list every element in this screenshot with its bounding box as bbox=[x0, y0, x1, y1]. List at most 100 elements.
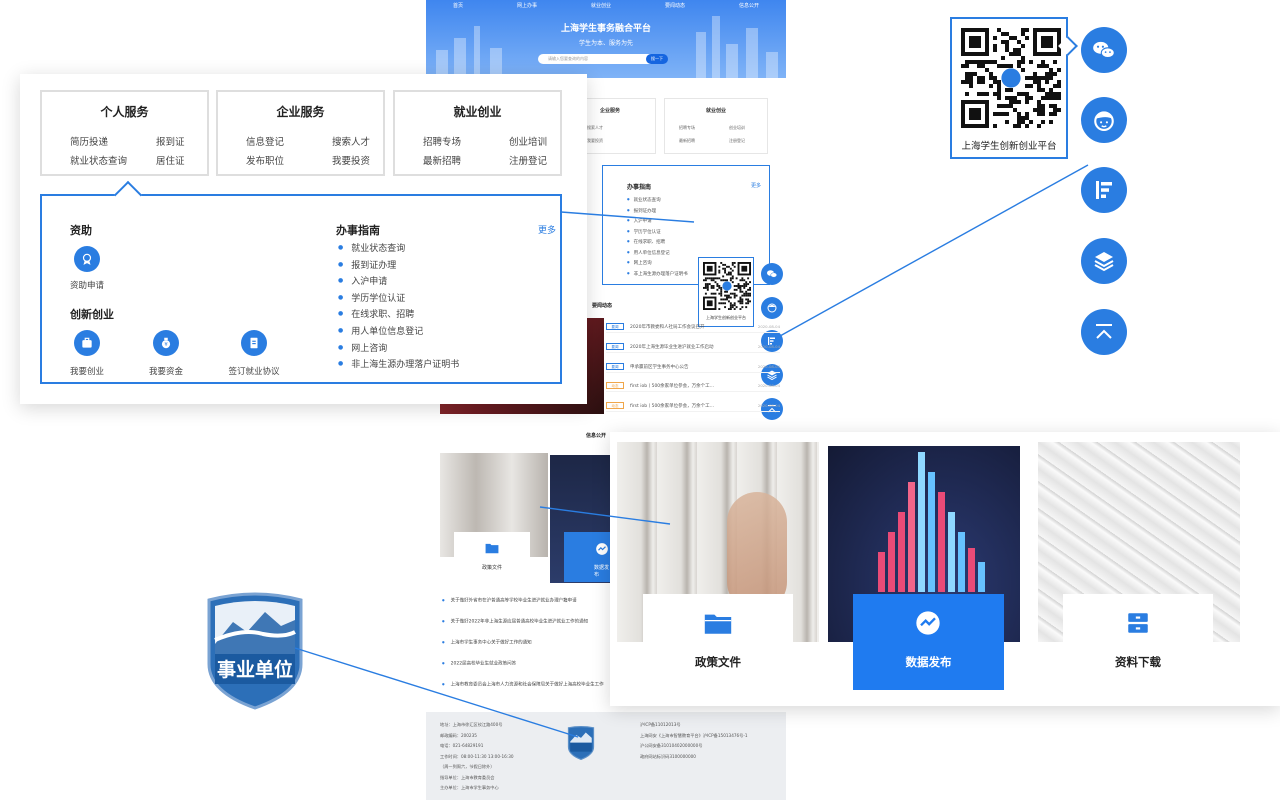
subsidy-icon[interactable] bbox=[74, 246, 100, 272]
guide-item[interactable]: 报到证办理 bbox=[338, 257, 459, 274]
guide-item[interactable]: 学历学位认证 bbox=[338, 290, 459, 307]
news-text[interactable]: 2020年上海生源毕业生进沪就业工作启动 bbox=[630, 344, 754, 350]
mini-card-item[interactable]: 注册登记 bbox=[729, 138, 745, 144]
service-link[interactable]: 居住证 bbox=[156, 153, 185, 167]
service-link[interactable]: 最新招聘 bbox=[423, 153, 461, 167]
agreement-label[interactable]: 签订就业协议 bbox=[219, 365, 289, 377]
info-section-title: 信息公开 bbox=[586, 433, 607, 439]
top-nav: 首页 网上办事 就业创业 要闻动态 信息公开 bbox=[426, 0, 786, 10]
footer-line[interactable]: 政府网站标识码3100000000 bbox=[640, 752, 748, 763]
service-link[interactable]: 搜索人才 bbox=[332, 134, 370, 148]
mini-guide-item[interactable]: 网上咨询 bbox=[627, 257, 688, 268]
mini-guide-item[interactable]: 入沪申请 bbox=[627, 215, 688, 226]
nav-home[interactable]: 首页 bbox=[453, 2, 463, 9]
service-link[interactable]: 信息登记 bbox=[246, 134, 284, 148]
employment-service-card[interactable]: 就业创业 招聘专场 创业培训 最新招聘 注册登记 bbox=[393, 90, 562, 176]
news-row[interactable]: 要闻 申承赢前区学生事务中心公告 2020-08-04 bbox=[606, 361, 780, 373]
service-link[interactable]: 报到证 bbox=[156, 134, 185, 148]
news-row[interactable]: 要闻 2020年市教委和人社局工作会议召开 2020-08-04 bbox=[606, 321, 780, 333]
funding-label[interactable]: 我要资金 bbox=[131, 365, 201, 377]
news-text[interactable]: 2020年市教委和人社局工作会议召开 bbox=[630, 324, 754, 330]
wechat-icon[interactable] bbox=[1081, 27, 1127, 73]
news-date: 2020-08-04 bbox=[757, 364, 780, 369]
footer-line[interactable]: 沪ICP备11012013号 bbox=[640, 720, 748, 731]
institution-badge: 事业单位 bbox=[207, 592, 303, 710]
policy-card[interactable]: 政策文件 bbox=[643, 594, 793, 690]
back-to-top-icon[interactable] bbox=[1081, 309, 1127, 355]
nav-info[interactable]: 信息公开 bbox=[739, 2, 759, 9]
search-button[interactable]: 搜一下 bbox=[646, 54, 668, 64]
personal-service-card[interactable]: 个人服务 简历投递 报到证 就业状态查询 居住证 bbox=[40, 90, 209, 176]
service-link[interactable]: 招聘专场 bbox=[423, 134, 461, 148]
footer: 地址：上海市徐汇区钦江路400号 邮政编码：200235 电话：021-6482… bbox=[426, 712, 786, 800]
mini-guide-item[interactable]: 报到证办理 bbox=[627, 205, 688, 216]
mini-policy-card[interactable]: 政策文件 bbox=[454, 532, 530, 582]
briefcase-icon[interactable] bbox=[74, 330, 100, 356]
news-text[interactable]: first iob丨500余家单位参会，万余个工… bbox=[630, 383, 754, 389]
service-link[interactable]: 注册登记 bbox=[509, 153, 547, 167]
service-link[interactable]: 创业培训 bbox=[509, 134, 547, 148]
guide-item[interactable]: 非上海生源办理落户证明书 bbox=[338, 356, 459, 373]
info-zoom-panel: 政策文件 数据发布 资料下载 bbox=[610, 432, 1280, 706]
footer-line: 地址：上海市徐汇区钦江路400号 bbox=[440, 722, 503, 727]
service-avatar-icon[interactable] bbox=[1081, 97, 1127, 143]
news-text[interactable]: first iob丨500余家单位参会，万余个工… bbox=[630, 403, 754, 409]
footer-line[interactable]: 沪公网安备31010402000000号 bbox=[640, 741, 748, 752]
mini-guide-item[interactable]: 非上海生源办理落户证明书 bbox=[627, 268, 688, 279]
mini-card-item[interactable]: 创业培训 bbox=[729, 125, 745, 131]
guide-item[interactable]: 入沪申请 bbox=[338, 273, 459, 290]
service-link[interactable]: 我要投资 bbox=[332, 153, 370, 167]
service-link[interactable]: 简历投递 bbox=[70, 134, 108, 148]
service-link[interactable]: 发布职位 bbox=[246, 153, 284, 167]
wechat-icon[interactable] bbox=[761, 263, 783, 285]
subsidy-item-label[interactable]: 资助申请 bbox=[52, 279, 122, 291]
data-release-label: 数据发布 bbox=[905, 655, 952, 669]
mini-card-item[interactable]: 最新招聘 bbox=[679, 138, 695, 144]
download-card[interactable]: 资料下载 bbox=[1063, 594, 1213, 690]
more-link[interactable]: 更多 bbox=[538, 223, 556, 236]
mini-card-item[interactable]: 搜索人才 bbox=[587, 125, 603, 131]
popup-arrow bbox=[1058, 36, 1078, 56]
data-release-card[interactable]: 数据发布 bbox=[853, 594, 1004, 690]
money-bag-icon[interactable]: ¥ bbox=[153, 330, 179, 356]
chart-icon[interactable] bbox=[1081, 167, 1127, 213]
qr-code-icon bbox=[703, 262, 751, 310]
footer-line: （周一到周六，节假日除外） bbox=[440, 764, 495, 769]
document-icon[interactable] bbox=[241, 330, 267, 356]
nav-news[interactable]: 要闻动态 bbox=[665, 2, 685, 9]
mini-data-card[interactable]: 数据发布 bbox=[564, 532, 610, 582]
guide-item[interactable]: 网上咨询 bbox=[338, 340, 459, 357]
layers-icon[interactable] bbox=[1081, 238, 1127, 284]
folder-icon bbox=[485, 543, 499, 554]
footer-line[interactable]: 上海网安《上海市智慧教育平台》沪ICP备15013476号-1 bbox=[640, 731, 748, 742]
startup-label[interactable]: 我要创业 bbox=[52, 365, 122, 377]
footer-line: 指导单位：上海市教育委员会 bbox=[440, 774, 495, 780]
guide-dropdown-box: 资助 资助申请 创新创业 我要创业 ¥ 我要资金 签订就业协议 办事指南 更多 … bbox=[40, 180, 562, 384]
guide-item[interactable]: 用人单位信息登记 bbox=[338, 323, 459, 340]
mini-guide-item[interactable]: 用人单位信息登记 bbox=[627, 247, 688, 258]
mini-card-item[interactable]: 招聘专场 bbox=[679, 125, 695, 131]
institution-badge-small bbox=[567, 726, 595, 760]
enterprise-service-card[interactable]: 企业服务 信息登记 搜索人才 发布职位 我要投资 bbox=[216, 90, 385, 176]
mini-more-link[interactable]: 更多 bbox=[751, 182, 761, 189]
news-text[interactable]: 申承赢前区学生事务中心公告 bbox=[630, 364, 754, 370]
guide-item[interactable]: 在线求职、招聘 bbox=[338, 306, 459, 323]
news-tag: 动态 bbox=[606, 402, 624, 409]
mini-card-item[interactable]: 我要投资 bbox=[587, 138, 603, 144]
news-row[interactable]: 动态 first iob丨500余家单位参会，万余个工… 2020-08-04 bbox=[606, 380, 780, 392]
news-row[interactable]: 动态 first iob丨500余家单位参会，万余个工… 2020-08-04 bbox=[606, 400, 780, 412]
trend-icon bbox=[596, 543, 608, 555]
policy-card-label: 政策文件 bbox=[695, 655, 741, 669]
nav-online[interactable]: 网上办事 bbox=[517, 2, 537, 9]
mini-card-title: 就业创业 bbox=[705, 108, 726, 114]
nav-employment[interactable]: 就业创业 bbox=[591, 2, 611, 9]
service-link[interactable]: 就业状态查询 bbox=[70, 153, 127, 167]
mini-guide-item[interactable]: 学历学位认证 bbox=[627, 226, 688, 237]
guide-item[interactable]: 就业状态查询 bbox=[338, 240, 459, 257]
mini-guide-item[interactable]: 在线求职、招聘 bbox=[627, 236, 688, 247]
service-avatar-icon[interactable] bbox=[761, 297, 783, 319]
mini-guide-item[interactable]: 就业状态查询 bbox=[627, 194, 688, 205]
mini-employment-card[interactable]: 就业创业 招聘专场 创业培训 最新招聘 注册登记 bbox=[664, 98, 768, 154]
news-row[interactable]: 要闻 2020年上海生源毕业生进沪就业工作启动 2020-08-04 bbox=[606, 341, 780, 353]
folder-icon bbox=[703, 608, 733, 638]
